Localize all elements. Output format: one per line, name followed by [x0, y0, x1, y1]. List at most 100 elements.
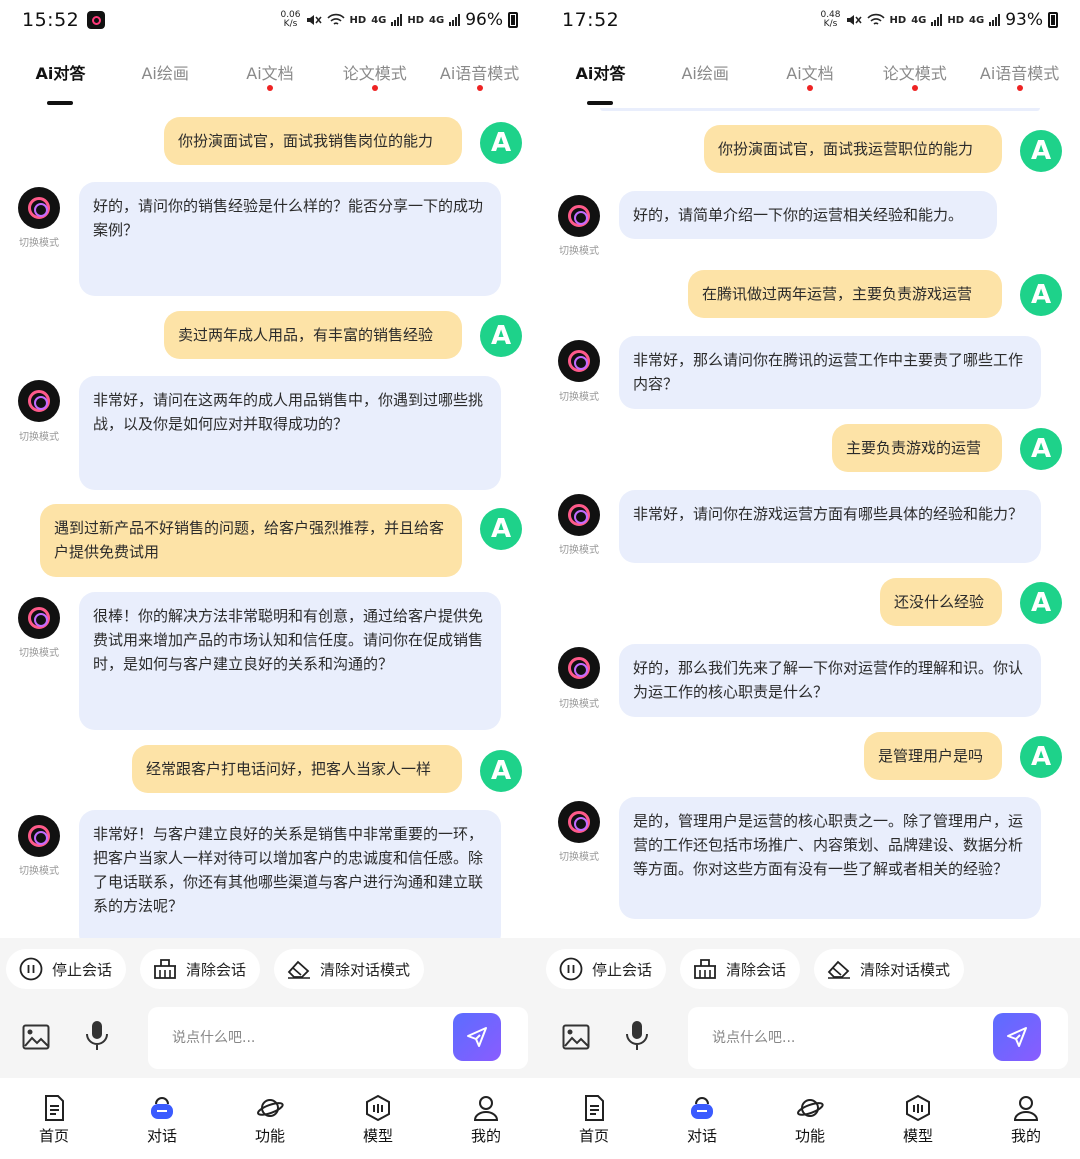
nav-home[interactable]: 首页	[540, 1078, 648, 1159]
bot-avatar[interactable]	[558, 195, 600, 237]
battery-percent: 93%	[1005, 10, 1043, 30]
bot-avatar[interactable]	[558, 340, 600, 382]
bot-message: 非常好！与客户建立良好的关系是销售中非常重要的一环，把客户当家人一样对待可以增加…	[79, 810, 501, 938]
nav-profile-label: 我的	[1010, 1127, 1041, 1145]
tab-ai-document[interactable]: Ai文档	[758, 48, 863, 91]
user-avatar[interactable]: A	[1020, 130, 1062, 172]
tab-ai-document[interactable]: Ai文档	[218, 48, 323, 91]
tab-badge-dot	[806, 85, 813, 91]
battery-icon	[508, 12, 518, 28]
switch-mode-label[interactable]: 切换模式	[9, 234, 69, 249]
nav-profile-label: 我的	[470, 1127, 501, 1145]
user-avatar[interactable]: A	[1020, 274, 1062, 316]
switch-mode-label[interactable]: 切换模式	[9, 428, 69, 443]
stop-session-button[interactable]: 停止会话	[6, 949, 127, 989]
signal-bars-icon	[931, 14, 943, 26]
nav-features[interactable]: 功能	[756, 1078, 864, 1159]
tab-paper-mode[interactable]: 论文模式	[862, 48, 967, 91]
user-avatar[interactable]: A	[1020, 736, 1062, 778]
switch-mode-label[interactable]: 切换模式	[549, 541, 609, 556]
network-type-label: 4G	[371, 14, 387, 26]
cube-model-icon	[366, 1094, 390, 1122]
previous-message-edge	[600, 108, 1040, 111]
nav-models[interactable]: 模型	[324, 1078, 432, 1159]
tab-ai-drawing[interactable]: Ai绘画	[653, 48, 758, 84]
stop-session-button[interactable]: 停止会话	[546, 949, 667, 989]
tab-label: Ai语音模式	[439, 64, 520, 83]
tab-label: Ai对答	[35, 64, 86, 83]
eraser-icon	[826, 956, 852, 982]
clear-dialog-mode-label: 清除对话模式	[860, 960, 951, 979]
mute-icon	[306, 15, 322, 25]
user-message: 还没什么经验	[880, 578, 1002, 626]
bottom-navigation: 首页 对话 功能 模型 我的	[540, 1078, 1080, 1159]
image-icon[interactable]	[562, 1024, 590, 1050]
network-speed-unit: K/s	[823, 19, 838, 29]
cube-model-icon	[906, 1094, 930, 1122]
bot-avatar[interactable]	[558, 647, 600, 689]
chat-messages[interactable]: 你扮演面试官，面试我销售岗位的能力 A 切换模式 好的，请问你的销售经验是什么样…	[0, 108, 540, 938]
bot-message: 非常好，那么请问你在腾讯的运营工作中主要责了哪些工作内容？	[619, 336, 1041, 409]
nav-home[interactable]: 首页	[0, 1078, 108, 1159]
user-avatar[interactable]: A	[480, 750, 522, 792]
status-bar: 15:52 0.06 K/s HD 4G HD 4G 96%	[0, 0, 540, 40]
nav-home-label: 首页	[578, 1127, 609, 1145]
nav-features-label: 功能	[254, 1127, 285, 1145]
tab-badge-dot	[266, 85, 273, 91]
tab-ai-qa[interactable]: Ai对答	[8, 48, 113, 105]
user-avatar[interactable]: A	[480, 508, 522, 550]
user-profile-icon	[1013, 1096, 1039, 1121]
tab-voice-mode[interactable]: Ai语音模式	[427, 48, 532, 91]
clear-dialog-mode-button[interactable]: 清除对话模式	[274, 949, 425, 989]
user-avatar[interactable]: A	[480, 315, 522, 357]
network-type-label-2: 4G	[429, 14, 445, 26]
clear-session-button[interactable]: 清除会话	[680, 949, 801, 989]
switch-mode-label[interactable]: 切换模式	[9, 862, 69, 877]
microphone-icon[interactable]	[624, 1020, 650, 1052]
input-row	[540, 1000, 1080, 1078]
switch-mode-label[interactable]: 切换模式	[549, 388, 609, 403]
status-time: 15:52	[22, 9, 80, 31]
tab-badge-dot	[1016, 85, 1023, 91]
tab-voice-mode[interactable]: Ai语音模式	[967, 48, 1072, 91]
send-button[interactable]	[993, 1013, 1041, 1061]
nav-models[interactable]: 模型	[864, 1078, 972, 1159]
input-row	[0, 1000, 540, 1078]
bot-avatar[interactable]	[558, 801, 600, 843]
nav-chat[interactable]: 对话	[648, 1078, 756, 1159]
switch-mode-label[interactable]: 切换模式	[9, 644, 69, 659]
image-icon[interactable]	[22, 1024, 50, 1050]
switch-mode-label[interactable]: 切换模式	[549, 695, 609, 710]
tab-paper-mode[interactable]: 论文模式	[322, 48, 427, 91]
send-icon	[467, 1027, 487, 1047]
status-icons: 0.06 K/s HD 4G HD 4G 96%	[280, 10, 518, 30]
chat-messages[interactable]: 你扮演面试官，面试我运营职位的能力 A 切换模式 好的，请简单介绍一下你的运营相…	[540, 108, 1080, 938]
nav-profile[interactable]: 我的	[972, 1078, 1080, 1159]
user-avatar[interactable]: A	[1020, 582, 1062, 624]
bot-avatar[interactable]	[558, 494, 600, 536]
bot-avatar[interactable]	[18, 380, 60, 422]
tab-label: Ai语音模式	[979, 64, 1060, 83]
clear-dialog-mode-button[interactable]: 清除对话模式	[814, 949, 965, 989]
send-button[interactable]	[453, 1013, 501, 1061]
tab-badge-dot	[371, 85, 378, 91]
tab-ai-qa[interactable]: Ai对答	[548, 48, 653, 105]
hd-label-2: HD	[407, 14, 425, 26]
switch-mode-label[interactable]: 切换模式	[549, 242, 609, 257]
nav-chat-label: 对话	[686, 1127, 717, 1145]
user-avatar[interactable]: A	[1020, 428, 1062, 470]
user-avatar[interactable]: A	[480, 122, 522, 164]
nav-profile[interactable]: 我的	[432, 1078, 540, 1159]
bot-avatar[interactable]	[18, 597, 60, 639]
bot-avatar[interactable]	[18, 815, 60, 857]
bot-avatar[interactable]	[18, 187, 60, 229]
tab-label: Ai绘画	[681, 64, 729, 83]
tab-ai-drawing[interactable]: Ai绘画	[113, 48, 218, 84]
tab-badge-dot	[476, 85, 483, 91]
broom-icon	[692, 956, 718, 982]
switch-mode-label[interactable]: 切换模式	[549, 848, 609, 863]
nav-features[interactable]: 功能	[216, 1078, 324, 1159]
clear-session-button[interactable]: 清除会话	[140, 949, 261, 989]
microphone-icon[interactable]	[84, 1020, 110, 1052]
nav-chat[interactable]: 对话	[108, 1078, 216, 1159]
